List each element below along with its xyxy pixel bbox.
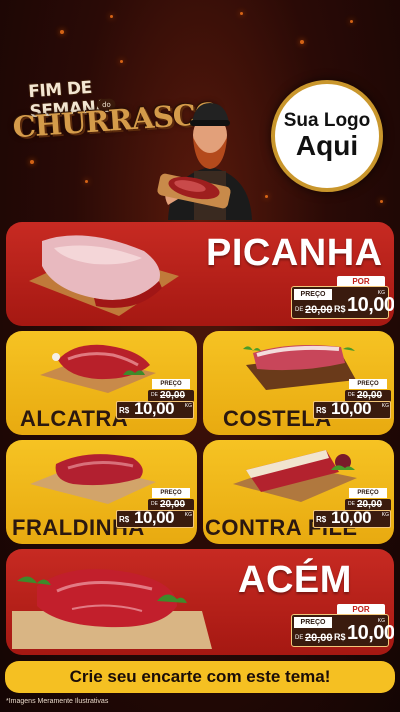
current-price: 10,00 — [331, 508, 372, 527]
header: FIM DE SEMANA do CHURRASCO Sua Logo Aqui — [0, 0, 400, 220]
product-name: PICANHA — [206, 232, 383, 274]
price-box: PREÇO DE 20,00 R$ 10,00 KG — [291, 286, 394, 319]
price-de-label: DE — [295, 307, 304, 313]
current-price: 10,00 — [347, 294, 394, 316]
price-preco-label: PREÇO — [349, 488, 387, 498]
unit-label: KG — [377, 290, 385, 296]
product-card-alcatra: ALCATRA PREÇO DE 20,00 R$ 10,00 KG — [6, 331, 197, 435]
price-tag: PREÇO DE 20,00 R$ 10,00 KG — [116, 379, 194, 419]
currency-label: R$ — [119, 406, 130, 415]
logo-text-line-2: Aqui — [295, 130, 359, 161]
unit-label: KG — [184, 403, 192, 409]
price-box: PREÇO DE 20,00 R$ 10,00 KG — [313, 379, 391, 419]
price-de-label: DE — [151, 392, 158, 398]
current-price: 10,00 — [331, 399, 372, 418]
product-card-fraldinha: FRALDINHA PREÇO DE 20,00 R$ 10,00 KG — [6, 440, 197, 544]
cta-text: Crie seu encarte com este tema! — [69, 667, 331, 686]
old-price: 20,00 — [305, 632, 333, 644]
price-box: PREÇO DE 20,00 R$ 10,00 KG — [116, 379, 194, 419]
price-preco-label: PREÇO — [349, 379, 387, 389]
current-price: 10,00 — [134, 399, 175, 418]
product-card-costela: COSTELA PREÇO DE 20,00 R$ 10,00 KG — [203, 331, 394, 435]
price-preco-label: PREÇO — [294, 289, 332, 300]
unit-label: KG — [381, 512, 389, 518]
product-name: ACÉM — [238, 559, 352, 601]
chef-illustration — [157, 103, 252, 220]
price-de-label: DE — [348, 501, 355, 507]
acem-image — [12, 569, 212, 649]
cta-banner[interactable]: Crie seu encarte com este tema! — [5, 661, 395, 693]
picanha-image — [29, 235, 179, 316]
unit-label: KG — [381, 403, 389, 409]
product-card-acem: ACÉM POR PREÇO DE 20,00 R$ 10,00 KG — [6, 549, 394, 655]
price-preco-label: PREÇO — [152, 379, 190, 389]
product-name: ALCATRA — [20, 406, 129, 431]
price-tag: PREÇO DE 20,00 R$ 10,00 KG — [313, 379, 391, 419]
price-de-label: DE — [348, 392, 355, 398]
price-de-label: DE — [295, 635, 304, 641]
disclaimer: *Imagens Meramente Ilustrativas — [6, 698, 109, 705]
price-tag: PREÇO DE 20,00 R$ 10,00 KG — [116, 488, 194, 528]
unit-label: KG — [377, 618, 385, 624]
currency-label: R$ — [316, 406, 327, 415]
currency-label: R$ — [316, 515, 327, 524]
price-box: PREÇO DE 20,00 R$ 10,00 KG — [313, 488, 391, 528]
logo-placeholder: Sua Logo Aqui — [271, 80, 383, 192]
current-price: 10,00 — [134, 508, 175, 527]
price-box: PREÇO DE 20,00 R$ 10,00 KG — [116, 488, 194, 528]
price-preco-label: PREÇO — [152, 488, 190, 498]
product-card-picanha: PICANHA POR PREÇO DE 20,00 R$ 10,00 KG — [6, 222, 394, 326]
price-tag: POR PREÇO DE 20,00 R$ 10,00 KG — [291, 276, 394, 321]
product-card-contra-file: CONTRA FILÉ PREÇO DE 20,00 R$ 10,00 KG — [203, 440, 394, 544]
unit-label: KG — [184, 512, 192, 518]
event-title: FIM DE SEMANA do CHURRASCO — [8, 73, 221, 154]
old-price: 20,00 — [305, 304, 333, 316]
current-price: 10,00 — [347, 622, 394, 644]
price-de-label: DE — [151, 501, 158, 507]
price-tag: POR PREÇO DE 20,00 R$ 10,00 KG — [291, 604, 394, 649]
currency-label: R$ — [119, 515, 130, 524]
price-preco-label: PREÇO — [294, 617, 332, 628]
currency-label: R$ — [334, 304, 346, 314]
logo-text-line-1: Sua Logo — [283, 110, 371, 131]
price-tag: PREÇO DE 20,00 R$ 10,00 KG — [313, 488, 391, 528]
currency-label: R$ — [334, 632, 346, 642]
price-box: PREÇO DE 20,00 R$ 10,00 KG — [291, 614, 394, 647]
flyer: FIM DE SEMANA do CHURRASCO Sua Logo Aqui — [0, 0, 400, 712]
